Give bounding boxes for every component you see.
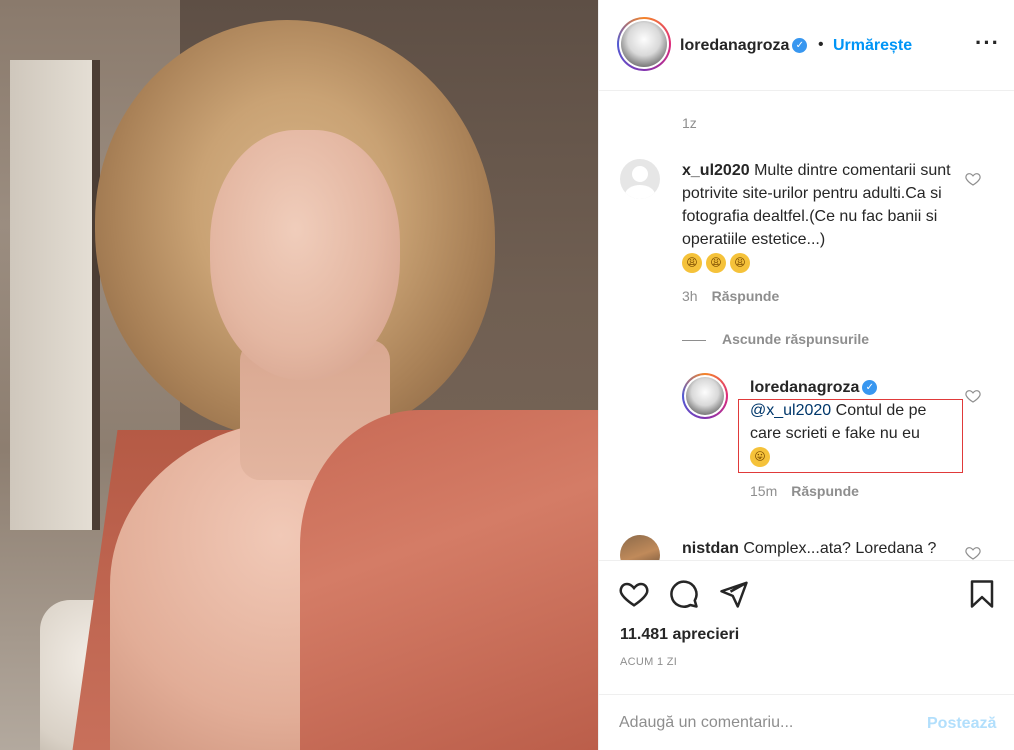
comment-username[interactable]: x_ul2020: [682, 162, 750, 179]
comment-body: nistdan Complex...ata? Loredana ?: [682, 537, 962, 560]
hide-replies-button[interactable]: Ascunde răspunsurile: [682, 331, 869, 347]
post-photo[interactable]: [0, 0, 598, 750]
comment-text: Complex...ata? Loredana ?: [743, 540, 937, 557]
share-icon[interactable]: [719, 579, 749, 609]
follow-button[interactable]: Urmărește: [833, 37, 912, 55]
verified-badge-icon: ✓: [792, 38, 808, 54]
author-username[interactable]: loredanagroza ✓: [680, 37, 808, 55]
reply-meta: 15m Răspunde: [750, 483, 859, 499]
heart-icon[interactable]: [965, 545, 981, 560]
add-comment-bar: Postează: [599, 694, 1014, 750]
photo-face: [210, 130, 400, 380]
comment-time: 3h: [682, 288, 698, 304]
comment-input[interactable]: [619, 709, 919, 737]
post-actions: 11.481 aprecieri ACUM 1 ZI Postează: [599, 560, 1014, 750]
hide-replies-label[interactable]: Ascunde răspunsurile: [722, 331, 869, 347]
reply-username[interactable]: loredanagroza: [750, 379, 859, 396]
post-side-panel: loredanagroza ✓ • Urmărește ··· 1z x_ul20…: [598, 0, 1014, 750]
heart-icon[interactable]: [965, 171, 981, 187]
photo-door: [10, 60, 100, 530]
reply-button[interactable]: Răspunde: [712, 288, 780, 304]
post-timestamp[interactable]: ACUM 1 ZI: [620, 656, 677, 668]
caption-timestamp: 1z: [682, 115, 697, 131]
comments-list[interactable]: 1z x_ul2020 Multe dintre comentarii sunt…: [599, 92, 1014, 560]
comment-meta: 3h Răspunde: [682, 288, 779, 304]
bookmark-icon[interactable]: [967, 579, 997, 609]
heart-icon[interactable]: [619, 579, 649, 609]
highlight-annotation-box: [738, 399, 963, 473]
more-options-icon[interactable]: ···: [975, 30, 1000, 56]
author-avatar[interactable]: [617, 17, 671, 71]
comment-body: x_ul2020 Multe dintre comentarii sunt po…: [682, 159, 952, 274]
commenter-avatar[interactable]: [620, 159, 660, 199]
heart-icon[interactable]: [965, 388, 981, 404]
post-header: loredanagroza ✓ • Urmărește ···: [599, 0, 1014, 91]
weary-face-emoji: 😩: [730, 252, 750, 273]
weary-face-emoji: 😩: [706, 252, 726, 273]
weary-face-emoji: 😩: [682, 252, 702, 273]
comment-username[interactable]: nistdan: [682, 540, 739, 557]
separator-dot: •: [818, 36, 824, 53]
photo-top-right: [300, 410, 598, 750]
likes-count[interactable]: 11.481 aprecieri: [620, 626, 739, 644]
reply-time: 15m: [750, 483, 778, 499]
reply-button[interactable]: Răspunde: [791, 483, 859, 499]
replies-divider: [682, 339, 706, 341]
commenter-avatar[interactable]: [620, 535, 660, 560]
post-comment-button[interactable]: Postează: [927, 715, 996, 733]
verified-badge-icon: ✓: [862, 380, 878, 396]
comment-icon[interactable]: [669, 579, 699, 609]
reply-author-avatar[interactable]: [682, 373, 728, 419]
author-username-text[interactable]: loredanagroza: [680, 37, 789, 54]
